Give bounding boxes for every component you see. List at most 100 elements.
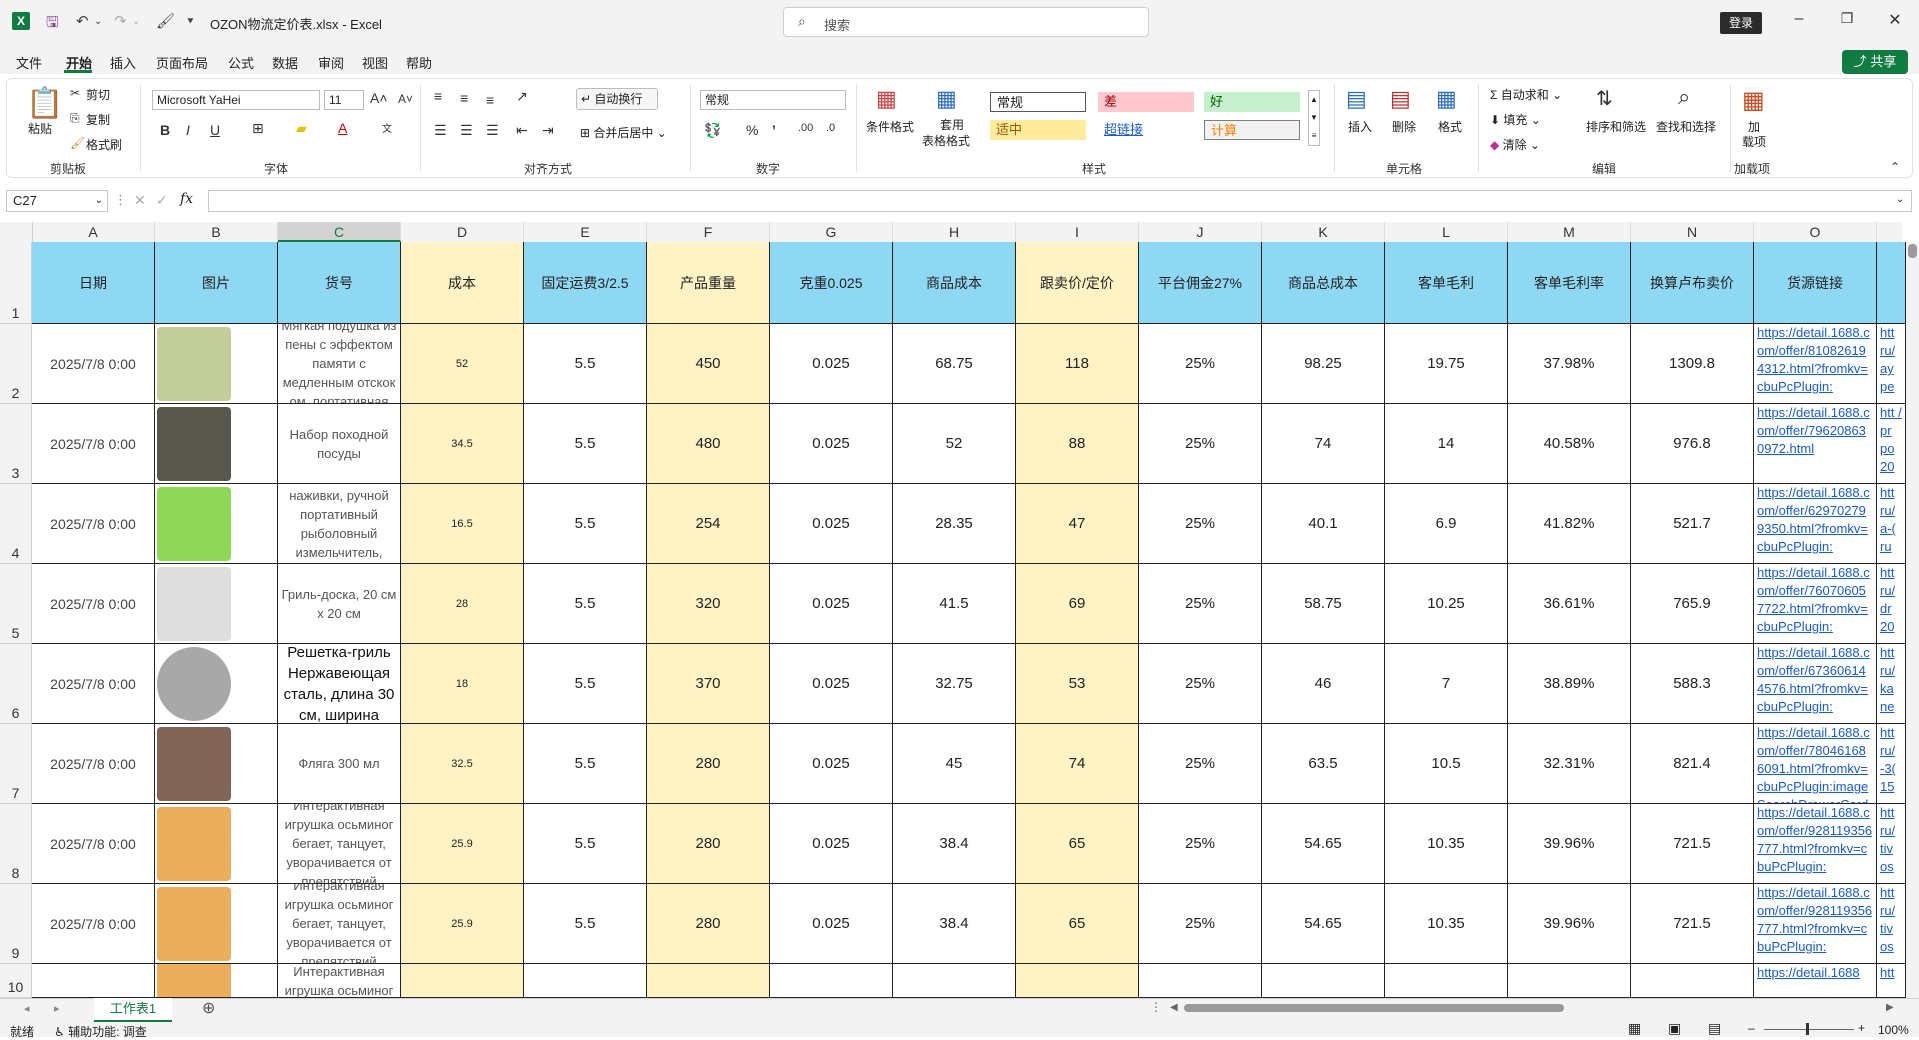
column-header-a[interactable]: A — [32, 222, 155, 242]
fill-button[interactable]: ⬇ 填充 ⌄ — [1490, 111, 1541, 128]
data-cell[interactable]: 40.1 — [1262, 484, 1385, 564]
overflow-link-cell[interactable]: htt ru/ tiv os — [1877, 884, 1906, 964]
clear-button[interactable]: ◆ 清除 ⌄ — [1490, 136, 1540, 153]
format-painter-label[interactable]: 格式刷 — [86, 136, 122, 153]
data-cell[interactable]: 0.025 — [770, 564, 893, 644]
copy-icon[interactable]: ⎘ — [70, 111, 80, 126]
data-cell[interactable]: 39.96% — [1508, 884, 1631, 964]
column-header-d[interactable]: D — [401, 222, 524, 242]
conditional-format-label[interactable]: 条件格式 — [866, 118, 914, 135]
increase-indent-icon[interactable]: ⇥ — [542, 122, 554, 139]
cancel-entry-icon[interactable]: ✕ — [134, 192, 146, 209]
data-cell[interactable] — [1631, 964, 1754, 998]
product-image[interactable] — [157, 964, 231, 997]
header-cell[interactable]: 换算卢布卖价 — [1631, 242, 1754, 324]
data-cell[interactable]: 18 — [401, 644, 524, 724]
data-cell[interactable]: 10.35 — [1385, 884, 1508, 964]
column-header-i[interactable]: I — [1016, 222, 1139, 242]
style-hyperlink[interactable]: 超链接 — [1098, 120, 1194, 140]
header-cell[interactable]: 货源链接 — [1754, 242, 1877, 324]
header-cell[interactable]: 成本 — [401, 242, 524, 324]
data-cell[interactable] — [32, 964, 155, 998]
data-cell[interactable] — [401, 964, 524, 998]
data-cell[interactable]: 25% — [1139, 324, 1262, 404]
column-header-g[interactable]: G — [770, 222, 893, 242]
zoom-out-icon[interactable]: – — [1748, 1021, 1755, 1035]
align-top-icon[interactable]: ≡ — [434, 88, 442, 104]
header-cell-overflow[interactable] — [1877, 242, 1906, 324]
number-format-select[interactable]: 常规 — [700, 90, 846, 110]
data-cell[interactable]: 2025/7/8 0:00 — [32, 564, 155, 644]
normal-view-icon[interactable]: ▦ — [1628, 1020, 1641, 1037]
data-cell[interactable]: 38.4 — [893, 804, 1016, 884]
row-header[interactable]: 5 — [0, 564, 32, 644]
overflow-link-cell[interactable]: htt ru/ -3( 15 — [1877, 724, 1906, 804]
data-cell[interactable]: Интерактивная игрушка осьминог — [278, 964, 401, 998]
header-cell[interactable]: 平台佣金27% — [1139, 242, 1262, 324]
data-cell[interactable]: 25.9 — [401, 804, 524, 884]
data-cell[interactable]: 2025/7/8 0:00 — [32, 644, 155, 724]
row-header[interactable]: 3 — [0, 404, 32, 484]
data-cell[interactable]: 34.5 — [401, 404, 524, 484]
data-cell[interactable]: 25% — [1139, 404, 1262, 484]
overflow-link-cell[interactable]: htt ru/ ka ne — [1877, 644, 1906, 724]
data-cell[interactable]: 2025/7/8 0:00 — [32, 724, 155, 804]
product-image-cell[interactable] — [155, 564, 278, 644]
column-header-j[interactable]: J — [1139, 222, 1262, 242]
data-cell[interactable]: Набор походной посуды — [278, 404, 401, 484]
align-middle-icon[interactable]: ≡ — [460, 90, 468, 106]
data-cell[interactable]: 821.4 — [1631, 724, 1754, 804]
orientation-icon[interactable]: ↗ — [516, 88, 528, 105]
format-painter-quick-icon[interactable]: 🖌 — [156, 12, 175, 30]
data-cell[interactable]: Мягкая подушка из пены с эффектом памяти… — [278, 324, 401, 404]
data-cell[interactable]: 36.61% — [1508, 564, 1631, 644]
data-cell[interactable]: 5.5 — [524, 404, 647, 484]
column-header-o[interactable]: O — [1754, 222, 1877, 242]
menu-data[interactable]: 数据 — [272, 53, 298, 72]
header-cell[interactable]: 客单毛利率 — [1508, 242, 1631, 324]
source-link-cell[interactable]: https://detail.1688.com/offer/8108261943… — [1754, 324, 1877, 404]
undo-icon[interactable]: ↶ — [76, 12, 89, 30]
borders-icon[interactable]: ⊞ — [252, 120, 264, 137]
data-cell[interactable]: 52 — [401, 324, 524, 404]
data-cell[interactable]: 53 — [1016, 644, 1139, 724]
product-image-cell[interactable] — [155, 724, 278, 804]
bold-icon[interactable]: B — [160, 122, 170, 138]
style-calculation[interactable]: 计算 — [1204, 120, 1300, 140]
data-cell[interactable] — [524, 964, 647, 998]
data-cell[interactable]: 52 — [893, 404, 1016, 484]
data-cell[interactable]: 25% — [1139, 564, 1262, 644]
confirm-entry-icon[interactable]: ✓ — [156, 192, 168, 209]
fill-color-icon[interactable]: ▰ — [296, 120, 307, 137]
row-header[interactable]: 10 — [0, 964, 32, 998]
product-image-cell[interactable] — [155, 324, 278, 404]
data-cell[interactable]: 28 — [401, 564, 524, 644]
data-cell[interactable]: 5.5 — [524, 644, 647, 724]
data-cell[interactable]: 6.9 — [1385, 484, 1508, 564]
overflow-link-cell[interactable]: htt ru/ tiv os — [1877, 804, 1906, 884]
column-header-f[interactable]: F — [647, 222, 770, 242]
data-cell[interactable]: 10.5 — [1385, 724, 1508, 804]
cut-icon[interactable]: ✂ — [70, 86, 80, 100]
data-cell[interactable]: 5.5 — [524, 564, 647, 644]
column-header-e[interactable]: E — [524, 222, 647, 242]
data-cell[interactable]: 38.4 — [893, 884, 1016, 964]
header-cell[interactable]: 图片 — [155, 242, 278, 324]
row-header[interactable]: 2 — [0, 324, 32, 404]
product-image-cell[interactable] — [155, 804, 278, 884]
paste-label[interactable]: 粘贴 — [28, 120, 52, 137]
data-cell[interactable]: 32.5 — [401, 724, 524, 804]
data-cell[interactable]: 65 — [1016, 804, 1139, 884]
data-cell[interactable]: 480 — [647, 404, 770, 484]
paste-icon[interactable]: 📋 — [26, 86, 63, 121]
header-cell[interactable]: 日期 — [32, 242, 155, 324]
menu-review[interactable]: 审阅 — [318, 53, 344, 72]
source-link-cell[interactable]: https://detail.1688.com/offer/9281193567… — [1754, 884, 1877, 964]
column-header-n[interactable]: N — [1631, 222, 1754, 242]
menu-insert[interactable]: 插入 — [110, 53, 136, 72]
add-sheet-icon[interactable]: ⊕ — [202, 998, 215, 1018]
data-cell[interactable]: 19.75 — [1385, 324, 1508, 404]
format-cells-label[interactable]: 格式 — [1438, 118, 1462, 135]
zoom-slider-thumb[interactable] — [1806, 1023, 1809, 1035]
overflow-link-cell[interactable]: htt /pr po 20 — [1877, 404, 1906, 484]
